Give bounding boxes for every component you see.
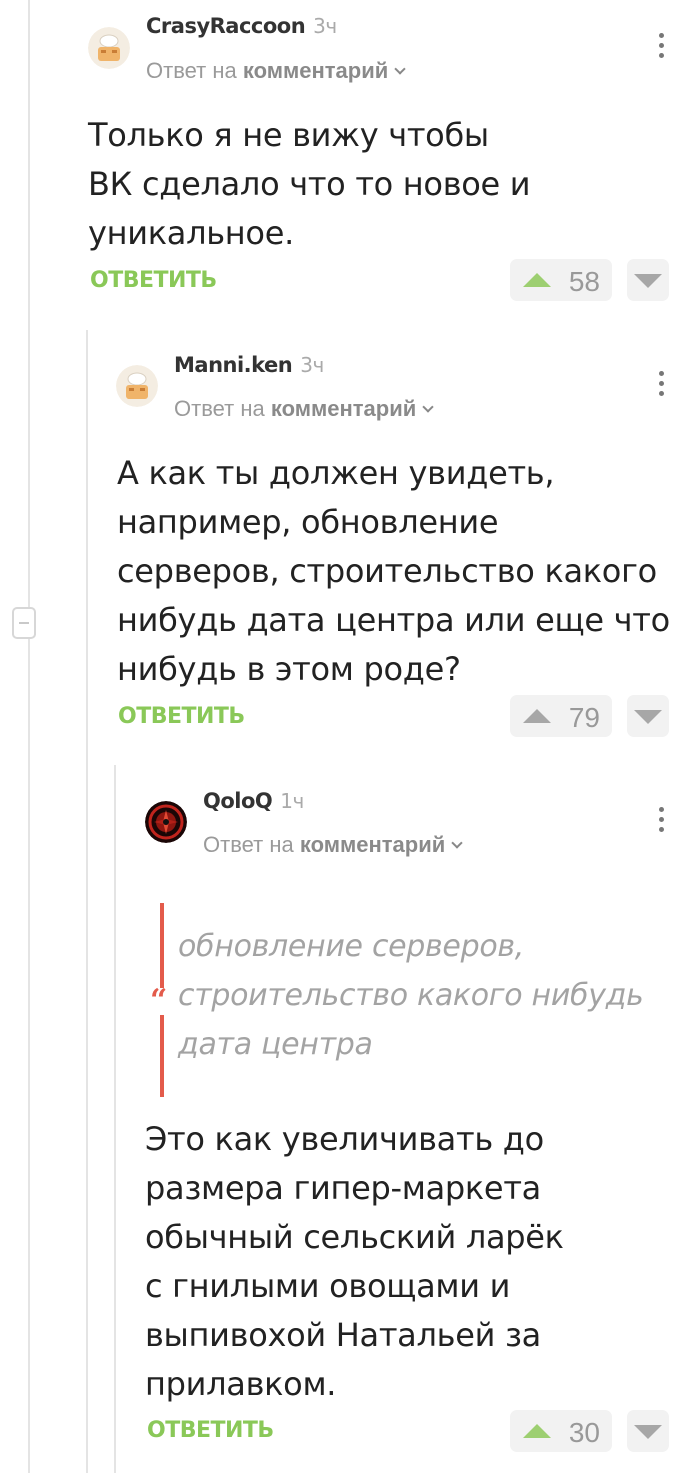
more-options-icon[interactable]	[659, 807, 665, 833]
quoted-text: обновление серверов, строительство каког…	[178, 922, 644, 1069]
reply-to-target[interactable]: комментарий	[271, 396, 416, 421]
chevron-down-icon[interactable]	[394, 63, 406, 75]
collapse-thread-button[interactable]	[12, 607, 36, 639]
comment-line: Только я не вижу чтобы	[88, 116, 489, 154]
comment-line: ВК сделало что то новое и	[88, 165, 531, 203]
reply-to-prefix: Ответ на	[174, 396, 265, 421]
comment-line: с гнилыми овощами и	[145, 1267, 511, 1305]
comment-age: 1ч	[280, 789, 304, 813]
comment-line: выпивохой Натальей за	[145, 1316, 541, 1354]
comment-line: уникальное.	[88, 214, 294, 252]
upvote-arrow-icon	[523, 273, 551, 287]
author-name[interactable]: Manni.ken	[174, 353, 293, 377]
quote-mark-icon: “	[150, 983, 168, 1018]
downvote-arrow-icon	[634, 274, 662, 288]
author-name[interactable]: QoloQ	[203, 789, 273, 813]
quote-bar	[160, 903, 164, 988]
reply-to-link[interactable]: Ответ на комментарий	[203, 832, 463, 858]
reply-button[interactable]: ОТВЕТИТЬ	[147, 1418, 274, 1443]
comment-age: 3ч	[300, 353, 324, 377]
comment-line: размера гипер-маркета	[145, 1169, 541, 1207]
quote-line: обновление серверов,	[178, 929, 524, 964]
downvote-button[interactable]	[627, 695, 669, 737]
comment-author[interactable]: Manni.ken 3ч	[174, 353, 324, 377]
downvote-arrow-icon	[634, 710, 662, 724]
comment-line: А как ты должен увидеть,	[117, 454, 555, 492]
comment-line: обычный сельский ларёк	[145, 1218, 564, 1256]
vote-count: 30	[568, 1417, 600, 1448]
quote-line: строительство какого нибудь	[178, 978, 644, 1013]
chevron-down-icon[interactable]	[451, 837, 463, 849]
upvote-button[interactable]: 30	[510, 1410, 612, 1452]
comment-body: А как ты должен увидеть, например, обнов…	[117, 449, 670, 694]
thread-line-level-3	[114, 765, 116, 1473]
comment-body: Это как увеличивать до размера гипер-мар…	[145, 1115, 564, 1409]
upvote-arrow-icon	[523, 709, 551, 723]
upvote-button[interactable]: 79	[510, 695, 612, 737]
comment-line: Это как увеличивать до	[145, 1120, 544, 1158]
thread-line-level-2	[86, 330, 88, 1473]
more-options-icon[interactable]	[659, 371, 665, 397]
vote-count: 79	[568, 702, 600, 733]
downvote-arrow-icon	[634, 1425, 662, 1439]
comment-line: серверов, строительство какого	[117, 552, 657, 590]
quote-bar	[160, 1015, 164, 1097]
reply-button[interactable]: ОТВЕТИТЬ	[118, 704, 245, 729]
comment-line: прилавком.	[145, 1365, 337, 1403]
downvote-button[interactable]	[627, 1410, 669, 1452]
chevron-down-icon[interactable]	[422, 401, 434, 413]
quote-line: дата центра	[178, 1027, 373, 1062]
reply-to-prefix: Ответ на	[146, 58, 237, 83]
raccoon-chef-avatar-icon[interactable]	[88, 27, 130, 69]
comment-age: 3ч	[313, 14, 337, 38]
comment-line: нибудь в этом роде?	[117, 650, 461, 688]
reply-button[interactable]: ОТВЕТИТЬ	[90, 268, 217, 293]
comment-line: например, обновление	[117, 503, 499, 541]
red-emblem-avatar-icon[interactable]	[145, 801, 187, 843]
vote-count: 58	[568, 266, 600, 297]
author-name[interactable]: CrasyRaccoon	[146, 14, 306, 38]
comment-body: Только я не вижу чтобы ВК сделало что то…	[88, 111, 531, 258]
comment-author[interactable]: CrasyRaccoon 3ч	[146, 14, 337, 38]
downvote-button[interactable]	[627, 259, 669, 301]
chef-avatar-icon[interactable]	[116, 365, 158, 407]
thread-line-level-1	[28, 0, 30, 1473]
comment-line: нибудь дата центра или еще что	[117, 601, 670, 639]
upvote-button[interactable]: 58	[510, 259, 612, 301]
reply-to-link[interactable]: Ответ на комментарий	[146, 58, 406, 84]
reply-to-target[interactable]: комментарий	[243, 58, 388, 83]
reply-to-link[interactable]: Ответ на комментарий	[174, 396, 434, 422]
reply-to-prefix: Ответ на	[203, 832, 294, 857]
more-options-icon[interactable]	[659, 33, 665, 59]
comment-author[interactable]: QoloQ 1ч	[203, 789, 304, 813]
reply-to-target[interactable]: комментарий	[300, 832, 445, 857]
upvote-arrow-icon	[523, 1424, 551, 1438]
